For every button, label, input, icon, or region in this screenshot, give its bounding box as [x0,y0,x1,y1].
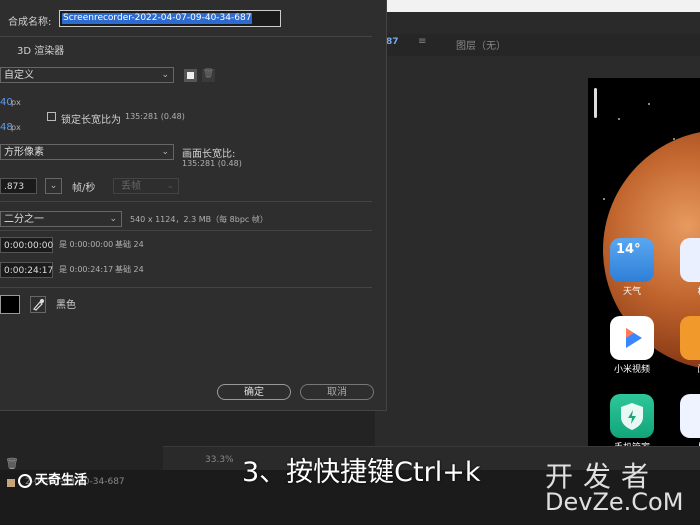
width-unit: px [11,98,21,107]
resolution-select[interactable]: 二分之一 ⌄ [0,211,122,227]
phone-screen-preview: 14° 天气 相 小米视频 阅 手机管家 星 [588,78,700,456]
tab-layer[interactable]: 图层（无） [456,37,506,52]
divider [0,201,372,202]
comp-name-value: Screenrecorder-2022-04-07-09-40-34-687 [62,13,253,24]
eyedropper-icon[interactable] [30,296,46,313]
preset-select[interactable]: 自定义 ⌄ [0,67,174,83]
divider [0,36,372,37]
phone-scroll-indicator [594,88,597,118]
divider [0,287,372,288]
panel-header [385,12,700,34]
chevron-down-icon: ⌄ [161,70,169,80]
start-timecode-field[interactable]: 0:00:00:00 [0,237,53,253]
pixel-aspect-value: 方形像素 [4,147,44,158]
tianqi-logo-icon [18,473,32,488]
height-unit: px [11,123,21,132]
mi-video-app-icon [610,316,654,360]
chevron-down-icon: ⌄ [161,147,169,157]
preset-value: 自定义 [4,70,34,81]
trash-icon[interactable]: 🗑 [5,457,19,470]
star-app-icon [680,394,700,438]
app-label: 小米视频 [613,365,650,375]
duration-info: 是 0:00:24:17 [59,265,114,274]
drop-frame-select[interactable]: 丢帧 ⌄ [113,178,179,194]
duration-field[interactable]: 0:00:24:17 [0,262,53,278]
app-label: 相 [680,284,700,297]
duration-base-label: 基础 24 [115,265,144,274]
pixel-aspect-select[interactable]: 方形像素 ⌄ [0,144,174,160]
gallery-app-icon [680,238,700,282]
shield-icon [621,403,643,430]
watermark-devze: DevZe.CoM [545,488,684,516]
lock-aspect-value: 135:281 (0.48) [125,112,185,121]
renderer-label[interactable]: 3D 渲染器 [17,42,64,57]
chevron-down-icon: ⌄ [166,181,174,191]
menu-icon[interactable]: ≡ [418,36,426,47]
resolution-info: 540 x 1124，2.3 MB（每 8bpc 帧） [130,215,268,224]
reader-app-icon [680,316,700,360]
frame-rate-dropdown[interactable]: ⌄ [45,178,62,194]
start-base-label: 基础 24 [115,240,144,249]
comp-color-swatch [7,479,15,487]
comp-name-field[interactable]: Screenrecorder-2022-04-07-09-40-34-687 [59,10,281,27]
frame-rate-field[interactable]: .873 [0,178,37,194]
top-strip-white [385,0,700,12]
comp-name-label: 合成名称: [8,17,52,28]
app-label: 天气 [622,287,641,297]
lock-aspect-checkbox[interactable] [47,112,56,121]
drop-frame-value: 丢帧 [121,181,141,192]
weather-temp: 14° [616,242,641,257]
lock-aspect-label: 锁定长宽比为 [61,115,121,126]
frame-rate-unit: 帧/秒 [72,183,96,194]
chevron-down-icon: ⌄ [109,214,117,224]
security-app-icon [610,394,654,438]
composition-settings-dialog: 合成名称: Screenrecorder-2022-04-07-09-40-34… [0,0,387,411]
background-color-swatch[interactable] [0,295,20,314]
divider [0,230,372,231]
start-timecode-info: 是 0:00:00:00 [59,240,114,249]
play-icon [626,328,642,348]
frame-aspect-value: 135:281 (0.48) [182,159,242,168]
tutorial-caption: 3、按快捷键Ctrl+k [242,457,481,488]
delete-preset-icon[interactable]: 🗑 [202,69,215,82]
app-label: 阅 [680,362,700,375]
save-preset-icon[interactable] [184,69,197,82]
frame-aspect-label: 画面长宽比: [182,149,236,160]
weather-app-icon: 14° [610,238,654,282]
watermark-tianqi: 天奇生活 [18,469,87,488]
resolution-value: 二分之一 [4,214,44,225]
zoom-level[interactable]: 33.3% [205,455,234,465]
watermark-tianqi-text: 天奇生活 [35,473,88,488]
background-color-label: 黑色 [56,300,76,311]
cancel-button[interactable]: 取消 [300,384,374,400]
ok-button[interactable]: 确定 [217,384,291,400]
